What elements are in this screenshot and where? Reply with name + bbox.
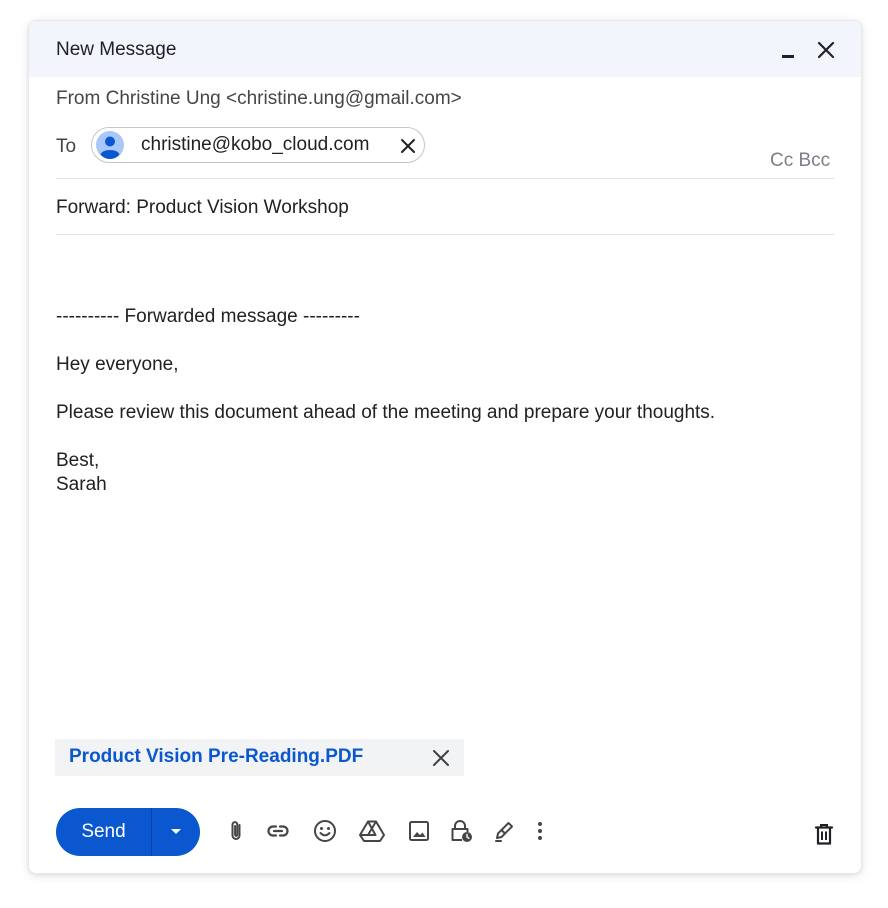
from-field[interactable]: From Christine Ung <christine.ung@gmail.… <box>56 88 462 110</box>
avatar-icon <box>96 131 124 159</box>
insert-emoji-icon[interactable] <box>312 818 338 844</box>
send-options-button[interactable] <box>152 808 200 856</box>
remove-attachment-icon[interactable] <box>431 748 451 768</box>
body-signoff: Best, <box>56 450 100 471</box>
confidential-mode-icon[interactable] <box>448 818 474 844</box>
remove-recipient-icon[interactable] <box>398 136 418 156</box>
compose-window: New Message From Christine Ung <christin… <box>28 20 862 874</box>
recipient-divider <box>56 178 834 179</box>
compose-title: New Message <box>56 39 177 60</box>
forwarded-marker: ---------- Forwarded message --------- <box>56 306 360 327</box>
recipient-email: christine@kobo_cloud.com <box>141 134 370 155</box>
insert-photo-icon[interactable] <box>406 818 432 844</box>
caret-down-icon <box>171 829 181 834</box>
subject-field[interactable]: Forward: Product Vision Workshop <box>56 197 349 219</box>
recipient-chip[interactable]: christine@kobo_cloud.com <box>91 127 425 163</box>
body-signature: Sarah <box>56 474 107 495</box>
send-button-group: Send <box>56 808 200 856</box>
minimize-icon[interactable] <box>777 41 799 63</box>
close-icon[interactable] <box>815 39 837 61</box>
body-greeting: Hey everyone, <box>56 354 179 375</box>
compose-titlebar[interactable]: New Message <box>29 21 861 77</box>
send-button[interactable]: Send <box>56 808 151 856</box>
signature-pen-icon[interactable] <box>491 818 517 844</box>
google-drive-icon[interactable] <box>359 818 385 844</box>
body-message: Please review this document ahead of the… <box>56 402 716 423</box>
subject-divider <box>56 234 834 235</box>
more-options-icon[interactable] <box>527 818 553 844</box>
attach-file-icon[interactable] <box>223 818 249 844</box>
insert-link-icon[interactable] <box>265 818 291 844</box>
to-label: To <box>56 136 77 157</box>
cc-bcc-link[interactable]: Cc Bcc <box>770 150 830 172</box>
trash-icon[interactable] <box>811 821 837 847</box>
attachment-chip[interactable]: Product Vision Pre-Reading.PDF <box>55 739 464 776</box>
attachment-name[interactable]: Product Vision Pre-Reading.PDF <box>69 746 363 768</box>
